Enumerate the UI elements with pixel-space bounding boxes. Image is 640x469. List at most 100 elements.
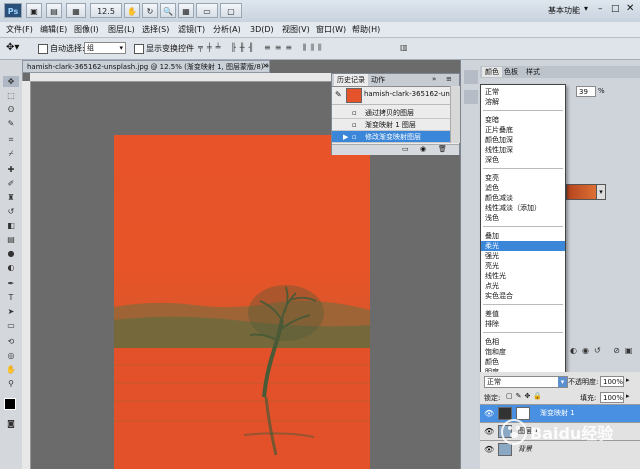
adjustment-footer-icons[interactable]: ◐◉↺ ⊘▣	[570, 346, 637, 355]
opacity-field[interactable]: 39	[576, 86, 596, 97]
lasso-tool-icon[interactable]: ʘ	[3, 104, 19, 115]
layer-opacity-field[interactable]: 100%	[600, 376, 624, 387]
show-transform-checkbox[interactable]	[134, 44, 144, 54]
healing-brush-icon[interactable]: ✚	[3, 164, 19, 175]
tab-swatches[interactable]: 色板	[504, 67, 518, 77]
panel-menu-icon[interactable]: ≡	[446, 75, 452, 83]
blend-option[interactable]: 强光	[481, 251, 565, 261]
visibility-eye-icon[interactable]: 👁	[484, 423, 494, 440]
workspace-switcher[interactable]: 基本功能	[548, 5, 580, 16]
menu-select[interactable]: 选择(S)	[142, 23, 169, 36]
menu-edit[interactable]: 编辑(E)	[40, 23, 67, 36]
hand-icon[interactable]: ✋	[124, 3, 140, 18]
blend-option[interactable]: 颜色	[481, 357, 565, 367]
image-canvas[interactable]	[114, 135, 370, 469]
blend-option[interactable]: 点光	[481, 281, 565, 291]
grid-icon[interactable]: ▦	[178, 3, 194, 18]
dock-collapsed-panel-icon-2[interactable]	[464, 90, 478, 104]
zoom-tool-icon[interactable]: ⚲	[3, 378, 19, 389]
zoom-level[interactable]: 12.5	[90, 3, 122, 18]
eraser-tool-icon[interactable]: ◧	[3, 220, 19, 231]
pen-tool-icon[interactable]: ✒	[3, 278, 19, 289]
gradient-tool-icon[interactable]: ▤	[3, 234, 19, 245]
blend-option[interactable]: 排除	[481, 319, 565, 329]
history-item[interactable]: ▫ 通过拷贝的图层	[332, 107, 450, 119]
eyedropper-tool-icon[interactable]: ⌿	[3, 148, 19, 159]
brush-tool-icon[interactable]: ✐	[3, 178, 19, 189]
blend-option[interactable]: 正片叠底	[481, 125, 565, 135]
blend-option[interactable]: 正常	[481, 87, 565, 97]
document-tab[interactable]: hamish-clark-365162-unsplash.jpg @ 12.5%…	[22, 60, 270, 73]
view-extras-icon[interactable]: ▦	[66, 3, 86, 18]
zoom-icon[interactable]: 🔍	[160, 3, 176, 18]
blend-option[interactable]: 亮光	[481, 261, 565, 271]
document-close-icon[interactable]: ×	[262, 61, 269, 70]
blend-option[interactable]: 饱和度	[481, 347, 565, 357]
maximize-icon[interactable]: □	[611, 4, 620, 14]
align-buttons-icon[interactable]: ╤╪╧ ╟╫╢ ≡≡≡ ⫼⫼⫼	[198, 43, 326, 53]
blend-option[interactable]: 差值	[481, 309, 565, 319]
tab-history[interactable]: 历史记录	[334, 74, 368, 86]
blend-option[interactable]: 叠加	[481, 231, 565, 241]
history-item-selected[interactable]: ▶ ▫ 修改渐变映射图层	[332, 131, 450, 143]
menu-image[interactable]: 图像(I)	[74, 23, 99, 36]
tab-styles[interactable]: 样式	[526, 67, 540, 77]
menu-3d[interactable]: 3D(D)	[250, 23, 274, 36]
blend-option[interactable]: 线性减淡（添加）	[481, 203, 565, 213]
path-select-icon[interactable]: ➤	[3, 306, 19, 317]
opacity-chevron-icon[interactable]: ▸	[626, 376, 630, 384]
blend-option[interactable]: 线性光	[481, 271, 565, 281]
blur-tool-icon[interactable]: ●	[3, 248, 19, 259]
blend-option[interactable]: 变亮	[481, 173, 565, 183]
new-snapshot-icon[interactable]: ◉	[420, 145, 426, 153]
fill-field[interactable]: 100%	[600, 392, 624, 403]
type-tool-icon[interactable]: T	[3, 292, 19, 303]
arrange-documents-icon[interactable]: ▭	[196, 3, 218, 18]
menu-analysis[interactable]: 分析(A)	[213, 23, 241, 36]
history-scrollbar[interactable]	[450, 86, 460, 143]
menu-file[interactable]: 文件(F)	[6, 23, 33, 36]
auto-select-dropdown[interactable]: 组 ▾	[84, 42, 126, 54]
crop-tool-icon[interactable]: ⌗	[3, 134, 19, 145]
shape-tool-icon[interactable]: ▭	[3, 320, 19, 331]
blend-option[interactable]: 变暗	[481, 115, 565, 125]
delete-state-icon[interactable]: 🗑	[438, 145, 447, 153]
tab-color[interactable]: 颜色	[482, 67, 502, 77]
auto-select-checkbox[interactable]	[38, 44, 48, 54]
tab-actions[interactable]: 动作	[368, 74, 388, 86]
workspace-chevron-icon[interactable]: ▾	[584, 4, 588, 13]
menu-view[interactable]: 视图(V)	[282, 23, 310, 36]
menu-window[interactable]: 窗口(W)	[316, 23, 346, 36]
hand-tool-icon[interactable]: ✋	[3, 364, 19, 375]
blend-option[interactable]: 色相	[481, 337, 565, 347]
visibility-eye-icon[interactable]: 👁	[484, 405, 494, 422]
menu-help[interactable]: 帮助(H)	[352, 23, 380, 36]
blend-option[interactable]: 实色混合	[481, 291, 565, 301]
blend-option[interactable]: 深色	[481, 155, 565, 165]
3d-orbit-icon[interactable]: ◎	[3, 350, 19, 361]
quick-select-tool-icon[interactable]: ✎	[3, 118, 19, 129]
move-tool-icon[interactable]: ✥▾	[6, 42, 19, 53]
quick-mask-icon[interactable]: ◙	[3, 418, 19, 429]
blend-option[interactable]: 线性加深	[481, 145, 565, 155]
screen-mode-icon[interactable]: ▢	[220, 3, 242, 18]
visibility-eye-icon[interactable]: 👁	[484, 441, 494, 458]
foreground-color-swatch[interactable]	[4, 398, 16, 410]
menu-filter[interactable]: 滤镜(T)	[178, 23, 205, 36]
lock-icons[interactable]: ▢✎✥🔒	[506, 392, 545, 400]
blend-option-selected[interactable]: 柔光	[481, 241, 565, 251]
history-brush-icon[interactable]: ↺	[3, 206, 19, 217]
3d-rotate-icon[interactable]: ⟲	[3, 336, 19, 347]
blend-mode-select[interactable]: 正常 ▾	[484, 376, 568, 388]
menu-layer[interactable]: 图层(L)	[108, 23, 135, 36]
clone-stamp-icon[interactable]: ♜	[3, 192, 19, 203]
blend-option[interactable]: 溶解	[481, 97, 565, 107]
minimize-icon[interactable]: –	[598, 4, 603, 14]
fill-chevron-icon[interactable]: ▸	[626, 392, 630, 400]
blend-option[interactable]: 颜色减淡	[481, 193, 565, 203]
mini-bridge-icon[interactable]: ▤	[46, 3, 62, 18]
blend-option[interactable]: 浅色	[481, 213, 565, 223]
blend-option[interactable]: 颜色加深	[481, 135, 565, 145]
close-icon[interactable]: ✕	[626, 3, 634, 14]
panel-collapse-icon[interactable]: »	[432, 75, 436, 83]
